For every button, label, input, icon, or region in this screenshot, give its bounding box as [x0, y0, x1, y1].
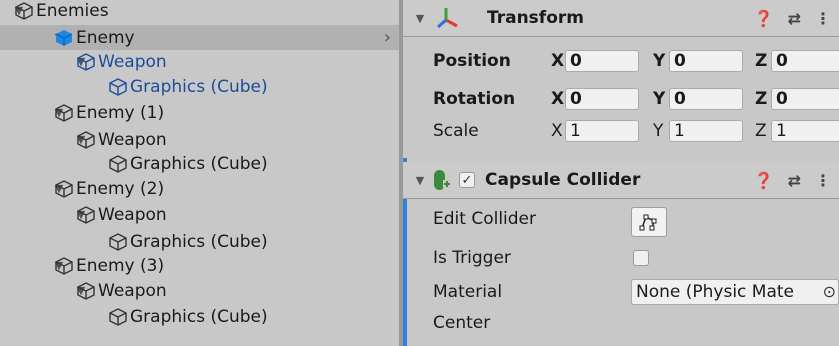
object-picker-icon[interactable]: ⊙ [820, 280, 836, 304]
hierarchy-item-label: Enemy (2) [76, 178, 165, 199]
hierarchy-item[interactable]: ▼ Enemy (1) [0, 100, 399, 125]
hierarchy-item[interactable]: ▼ Weapon [0, 202, 399, 227]
transform-title: Transform [487, 8, 584, 28]
inspector-panel: ▼ Transform ❓ ⇄ ⋮ Position X 0 Y 0 Z 0 Rotation… [403, 0, 839, 346]
y-value-field[interactable]: 0 [669, 88, 743, 110]
cube-outline-icon [54, 256, 74, 276]
presets-icon[interactable]: ⇄ [788, 9, 801, 28]
hierarchy-item[interactable]: ▼ Enemies [0, 0, 399, 23]
transform-rotation-row: Rotation X 0 Y 0 Z 0 [403, 84, 839, 114]
hierarchy-item-label: Enemy (1) [76, 102, 165, 123]
edit-collider-label: Edit Collider [433, 209, 537, 229]
y-axis-label[interactable]: Y [653, 121, 663, 141]
edit-collider-button[interactable] [631, 207, 667, 237]
is-trigger-label: Is Trigger [433, 248, 511, 268]
material-value: None (Physic Mate [636, 282, 795, 302]
hierarchy-item[interactable]: ▼ Enemy (2) [0, 176, 399, 201]
cube-outline-icon [108, 307, 128, 327]
transform-axes-icon [435, 5, 463, 31]
hierarchy-item-label: Weapon [98, 51, 167, 72]
hierarchy-item[interactable]: ▼ Weapon [0, 49, 399, 74]
cube-outline-icon [76, 281, 96, 301]
collider-title: Capsule Collider [485, 170, 641, 190]
hierarchy-item-label: Weapon [98, 204, 167, 225]
help-icon[interactable]: ❓ [754, 9, 774, 28]
help-icon[interactable]: ❓ [754, 171, 774, 190]
z-axis-label[interactable]: Z [755, 89, 767, 109]
hierarchy-item-label: Enemy (3) [76, 255, 165, 276]
y-value-field[interactable]: 0 [669, 50, 743, 72]
hierarchy-panel: ▼Enemies▼Enemy›▼WeaponGraphics (Cube)▼En… [0, 0, 399, 346]
is-trigger-row: Is Trigger [403, 243, 839, 273]
transform-row-label: Position [433, 51, 511, 71]
hierarchy-item[interactable]: ▼ Weapon [0, 278, 399, 303]
hierarchy-item[interactable]: Graphics (Cube) [0, 74, 399, 99]
cube-outline-icon [14, 1, 34, 21]
transform-position-row: Position X 0 Y 0 Z 0 [403, 46, 839, 76]
hierarchy-item[interactable]: ▼ Enemy (3) [0, 253, 399, 278]
cube-outline-icon [54, 179, 74, 199]
transform-fold-icon[interactable]: ▼ [409, 12, 431, 25]
center-row: Center [403, 308, 839, 338]
z-axis-label[interactable]: Z [755, 51, 767, 71]
cube-outline-icon [108, 232, 128, 252]
hierarchy-item-label: Enemies [36, 0, 109, 21]
transform-scale-row: Scale X 1 Y 1 Z 1 [403, 116, 839, 146]
cube-outline-icon [76, 52, 96, 72]
presets-icon[interactable]: ⇄ [788, 171, 801, 190]
is-trigger-checkbox[interactable] [633, 250, 649, 266]
hierarchy-item[interactable]: Graphics (Cube) [0, 304, 399, 329]
hierarchy-item-label: Graphics (Cube) [130, 306, 268, 327]
edit-collider-icon [639, 214, 657, 231]
material-label: Material [433, 282, 503, 302]
capsule-collider-header[interactable]: ▼ ✓ Capsule Collider ❓ ⇄ ⋮ [403, 162, 839, 199]
edit-collider-row: Edit Collider [403, 204, 839, 237]
x-value-field[interactable]: 0 [565, 50, 639, 72]
capsule-collider-icon [431, 167, 453, 193]
hierarchy-item-label: Graphics (Cube) [130, 153, 268, 174]
hierarchy-item[interactable]: Graphics (Cube) [0, 229, 399, 254]
transform-row-label: Rotation [433, 89, 516, 109]
transform-header[interactable]: ▼ Transform ❓ ⇄ ⋮ [403, 0, 839, 37]
x-value-field[interactable]: 1 [565, 120, 639, 142]
z-axis-label[interactable]: Z [755, 121, 767, 141]
cube-outline-icon [76, 130, 96, 150]
collider-fold-icon[interactable]: ▼ [409, 174, 431, 187]
y-value-field[interactable]: 1 [669, 120, 743, 142]
collider-enabled-checkbox[interactable]: ✓ [459, 172, 475, 188]
prefab-cube-icon [54, 28, 74, 48]
x-axis-label[interactable]: X [551, 51, 564, 71]
material-object-field[interactable]: None (Physic Mate ⊙ [631, 279, 839, 305]
material-row: Material None (Physic Mate ⊙ [403, 277, 839, 307]
cube-outline-icon [76, 205, 96, 225]
hierarchy-item-label: Weapon [98, 129, 167, 150]
center-label: Center [433, 313, 491, 333]
hierarchy-item[interactable]: ▼Enemy› [0, 25, 399, 50]
x-axis-label[interactable]: X [551, 89, 564, 109]
x-axis-label[interactable]: X [551, 121, 563, 141]
z-value-field[interactable]: 0 [771, 88, 839, 110]
transform-row-label: Scale [433, 121, 479, 141]
z-value-field[interactable]: 1 [771, 120, 839, 142]
y-axis-label[interactable]: Y [653, 51, 665, 71]
x-value-field[interactable]: 0 [565, 88, 639, 110]
cube-outline-icon [54, 103, 74, 123]
hierarchy-item-label: Enemy [76, 27, 135, 48]
open-prefab-arrow-icon[interactable]: › [384, 27, 391, 48]
cube-outline-icon [108, 154, 128, 174]
hierarchy-item-label: Graphics (Cube) [130, 231, 268, 252]
hierarchy-item[interactable]: Graphics (Cube) [0, 151, 399, 176]
y-axis-label[interactable]: Y [653, 89, 665, 109]
z-value-field[interactable]: 0 [771, 50, 839, 72]
cube-outline-icon [108, 77, 128, 97]
hierarchy-item[interactable]: ▼ Weapon [0, 127, 399, 152]
hierarchy-item-label: Graphics (Cube) [130, 76, 268, 97]
kebab-menu-icon[interactable]: ⋮ [815, 9, 831, 28]
kebab-menu-icon[interactable]: ⋮ [815, 171, 831, 190]
hierarchy-item-label: Weapon [98, 280, 167, 301]
